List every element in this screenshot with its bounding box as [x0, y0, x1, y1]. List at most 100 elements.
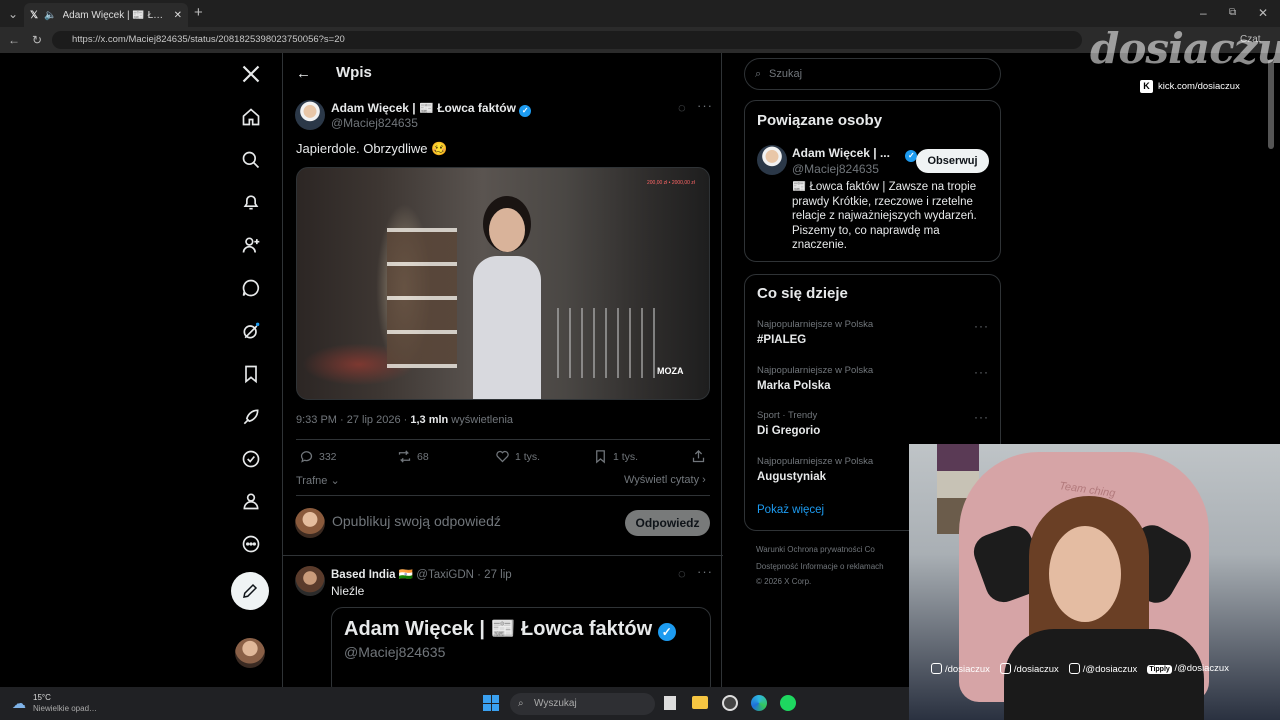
share-action[interactable]	[691, 449, 706, 464]
reply-grok-icon[interactable]: ◌	[678, 566, 686, 581]
url-field[interactable]: https://x.com/Maciej824635/status/208182…	[52, 31, 1082, 49]
related-name-row[interactable]: Adam Więcek | ... ✓	[792, 146, 918, 162]
back-icon[interactable]: ←	[8, 33, 20, 47]
reply-author-handle[interactable]: @TaxiGDN	[416, 569, 474, 581]
trend-more-icon[interactable]: ···	[974, 365, 989, 379]
related-handle: @Maciej824635	[792, 162, 879, 176]
refresh-icon[interactable]: ↻	[32, 33, 42, 47]
post-meta: 9:33 PM · 27 lip 2026 · 1,3 mln wyświetl…	[296, 414, 513, 426]
show-more-link[interactable]: Pokaż więcej	[757, 504, 824, 516]
file-explorer-icon[interactable]	[692, 696, 708, 709]
close-tab-icon[interactable]: ✕	[174, 10, 182, 21]
like-action[interactable]: 1 tys.	[495, 449, 540, 464]
user-avatar	[295, 508, 325, 538]
sidebar-search-input[interactable]: ⌕ Szukaj	[744, 58, 1001, 90]
trend-topic: Di Gregorio	[757, 425, 821, 437]
author-handle[interactable]: @Maciej824635	[331, 116, 418, 130]
repost-action[interactable]: 68	[397, 449, 429, 464]
verified-icon[interactable]	[240, 448, 262, 470]
spotify-icon[interactable]	[780, 695, 796, 711]
trend-more-icon[interactable]: ···	[974, 410, 989, 424]
footer-copyright: © 2026 X Corp.	[756, 577, 812, 586]
kick-label: kick.com/dosiaczux	[1158, 81, 1240, 92]
new-tab-icon[interactable]: +	[194, 5, 203, 20]
minimize-icon[interactable]: –	[1200, 6, 1207, 20]
tiktok-handle: /dosiaczux	[999, 663, 1059, 675]
quote-author-name: Adam Więcek | 📰 Łowca faktów	[344, 618, 653, 640]
trend-item[interactable]: Najpopularniejsze w Polska #PIALEG ···	[757, 319, 989, 346]
maximize-icon[interactable]: ⧉	[1229, 6, 1236, 20]
post-timestamp[interactable]: 9:33 PM · 27 lip 2026 ·	[296, 414, 410, 426]
home-icon[interactable]	[240, 106, 262, 128]
reply-time[interactable]: · 27 lip	[477, 569, 512, 581]
edge-icon[interactable]	[751, 695, 767, 711]
url-text: https://x.com/Maciej824635/status/208182…	[72, 34, 345, 45]
reply-action[interactable]: 332	[299, 449, 337, 464]
author-name-row[interactable]: Adam Więcek | 📰 Łowca faktów ✓	[331, 101, 532, 117]
bookmark-action[interactable]: 1 tys.	[593, 449, 638, 464]
kick-icon: K	[1140, 80, 1153, 93]
tipply-handle: Tipply /@dosiaczux	[1147, 663, 1229, 674]
views-count: 1,3 mln	[410, 414, 449, 426]
windows-start-icon[interactable]	[483, 695, 499, 711]
speaker-icon[interactable]: 🔈	[44, 10, 56, 21]
browser-tab[interactable]: 𝕏 🔈 Adam Więcek | 📰 Łowca fakt… ✕	[24, 3, 188, 27]
x-logo-icon[interactable]	[240, 63, 262, 85]
tiktok-icon	[999, 663, 1011, 674]
bookmark-count: 1 tys.	[613, 450, 639, 463]
trend-item[interactable]: Sport · Trendy Di Gregorio ···	[757, 410, 989, 437]
more-icon[interactable]	[240, 533, 262, 555]
reply-input[interactable]: Opublikuj swoją odpowiedź	[332, 513, 501, 529]
quotes-link[interactable]: Wyświetl cytaty ›	[624, 474, 706, 486]
bookmark-icon[interactable]	[240, 363, 262, 385]
post-more-icon[interactable]: ···	[697, 98, 713, 113]
grok-icon[interactable]	[240, 320, 262, 342]
reply-author-row: Based India 🇮🇳 @TaxiGDN · 27 lip	[331, 567, 512, 581]
related-avatar[interactable]	[757, 145, 787, 175]
video-person	[467, 198, 547, 399]
reply-text: Nieźle	[331, 584, 365, 598]
quoted-post[interactable]: Adam Więcek | 📰 Łowca faktów ✓ @Maciej82…	[331, 607, 711, 687]
reply-submit-button[interactable]: Odpowiedz	[625, 510, 710, 536]
message-icon[interactable]	[240, 277, 262, 299]
trend-more-icon[interactable]: ···	[974, 319, 989, 333]
search-small-icon: ⌕	[755, 68, 762, 80]
compose-button[interactable]	[231, 572, 269, 610]
tab-list-icon[interactable]: ⌄	[8, 7, 18, 21]
weather-temp[interactable]: 15°C	[33, 693, 51, 702]
youtube-icon	[1068, 663, 1080, 674]
like-count: 1 tys.	[515, 450, 541, 463]
bookmark-outline-icon	[596, 450, 605, 464]
search-icon[interactable]	[240, 149, 262, 171]
reply-author-name[interactable]: Based India 🇮🇳	[331, 569, 413, 581]
footer-links-row2[interactable]: Dostępność Informacje o reklamach	[756, 562, 884, 571]
grok-explain-icon[interactable]: ◌	[678, 100, 686, 115]
share-icon	[692, 449, 705, 463]
reply-author-avatar[interactable]	[295, 566, 325, 596]
follow-button[interactable]: Obserwuj	[916, 149, 989, 173]
trend-topic: #PIALEG	[757, 334, 807, 346]
youtube-handle: /@dosiaczux	[1068, 663, 1137, 675]
post-video[interactable]: 200,00 zł • 2000,00 zł MOZA	[296, 167, 710, 400]
window-close-icon[interactable]: ✕	[1258, 6, 1268, 20]
footer-links-row1[interactable]: Warunki Ochrona prywatności Co	[756, 545, 875, 554]
views-label: wyświetlenia	[448, 414, 514, 426]
weather-icon[interactable]: ☁	[12, 695, 26, 712]
social-handles: /dosiaczux /dosiaczux /@dosiaczux Tipply…	[931, 663, 1229, 675]
profile-icon[interactable]	[240, 490, 262, 512]
obs-icon[interactable]	[722, 695, 738, 711]
taskbar-search-label: Wyszukaj	[534, 698, 577, 709]
sort-dropdown[interactable]: Trafne ⌄	[296, 474, 340, 487]
author-avatar[interactable]	[295, 100, 325, 130]
reply-more-icon[interactable]: ···	[697, 564, 713, 579]
video-brand-label: MOZA	[657, 366, 684, 376]
taskbar-search[interactable]: ⌕ Wyszukaj	[510, 693, 655, 715]
bell-icon[interactable]	[240, 191, 262, 213]
streamer-face	[1049, 526, 1121, 622]
task-view-icon[interactable]	[664, 696, 676, 710]
account-avatar[interactable]	[235, 638, 265, 668]
rocket-icon[interactable]	[240, 406, 262, 428]
back-arrow-icon[interactable]: ←	[296, 65, 311, 82]
trend-item[interactable]: Najpopularniejsze w Polska Marka Polska …	[757, 365, 989, 392]
add-person-icon[interactable]	[240, 234, 262, 256]
